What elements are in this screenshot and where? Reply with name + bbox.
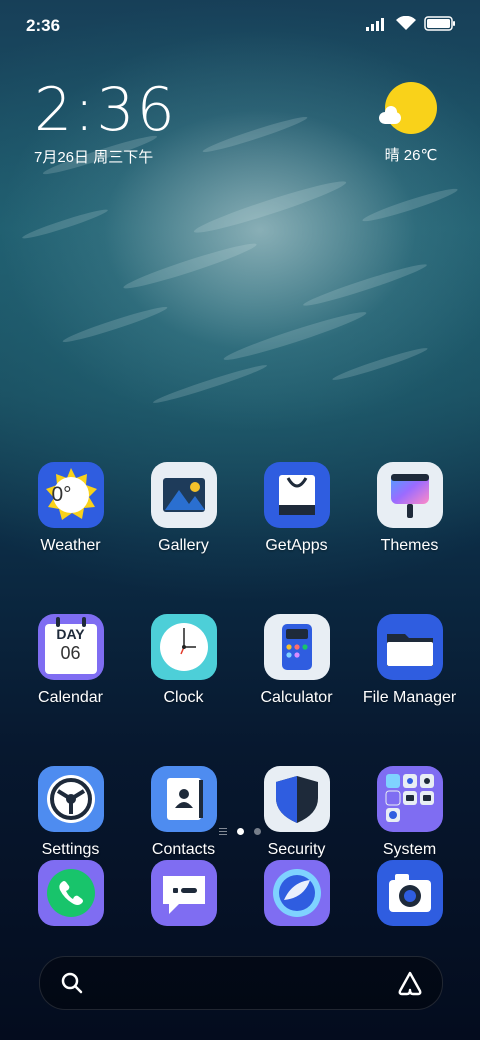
calendar-day-number: 06 (60, 643, 81, 663)
weather-icon-temp: 0° (51, 483, 72, 506)
signal-icon (366, 17, 388, 36)
app-label: Settings (41, 841, 100, 858)
app-weather[interactable]: 0° Weather (14, 462, 127, 555)
app-grid: 0° Weather Gallery GetApps Themes DAY 06… (0, 462, 480, 918)
app-label: System (382, 841, 437, 858)
app-label: GetApps (265, 537, 328, 554)
page-dot[interactable] (254, 828, 261, 835)
security-icon (263, 766, 330, 832)
app-label: Calendar (38, 689, 103, 706)
app-security[interactable]: Security (240, 766, 353, 859)
dock-messages[interactable] (127, 860, 240, 926)
wifi-icon (396, 15, 416, 36)
app-label: Themes (380, 537, 439, 554)
app-calendar[interactable]: DAY 06 Calendar (14, 614, 127, 707)
widget-time: 2:36 (34, 75, 177, 145)
clock-widget[interactable]: 2:36 7月26日 周三下午 (34, 78, 177, 167)
gallery-icon (150, 462, 217, 528)
browser-icon (263, 860, 330, 926)
page-indicator[interactable] (0, 828, 480, 835)
app-label: Weather (40, 537, 101, 554)
app-calculator[interactable]: Calculator (240, 614, 353, 707)
page-dot-active[interactable] (237, 828, 244, 835)
phone-icon (37, 860, 104, 926)
dock-camera[interactable] (353, 860, 466, 926)
settings-icon (37, 766, 104, 832)
weather-icon: 0° (37, 462, 104, 528)
page-menu-icon[interactable] (219, 828, 227, 835)
app-row-2: DAY 06 Calendar Clock Calculator File Ma… (0, 614, 480, 707)
app-gallery[interactable]: Gallery (127, 462, 240, 555)
calendar-icon: DAY 06 (37, 614, 104, 680)
app-row-1: 0° Weather Gallery GetApps Themes (0, 462, 480, 555)
messages-icon (150, 860, 217, 926)
app-label: Contacts (151, 841, 216, 858)
app-label: Calculator (260, 689, 333, 706)
contacts-icon (150, 766, 217, 832)
getapps-icon (263, 462, 330, 528)
status-time: 2:36 (26, 16, 61, 35)
app-themes[interactable]: Themes (353, 462, 466, 555)
weather-summary: 晴 26℃ (384, 147, 438, 164)
calculator-icon (263, 614, 330, 680)
app-clock[interactable]: Clock (127, 614, 240, 707)
clock-icon (150, 614, 217, 680)
search-bar[interactable] (39, 956, 443, 1010)
dock-phone[interactable] (14, 860, 127, 926)
folder-icon (376, 614, 443, 680)
camera-icon (376, 860, 443, 926)
app-label: Clock (163, 689, 204, 706)
assistant-icon[interactable] (396, 970, 424, 1001)
app-settings[interactable]: Settings (14, 766, 127, 859)
app-getapps[interactable]: GetApps (240, 462, 353, 555)
app-label: Gallery (158, 537, 209, 554)
app-system-folder[interactable]: System (353, 766, 466, 859)
calendar-day-label: DAY (56, 626, 85, 642)
themes-icon (376, 462, 443, 528)
battery-icon (424, 16, 456, 36)
app-label: File Manager (362, 689, 457, 706)
app-contacts[interactable]: Contacts (127, 766, 240, 859)
system-folder-icon (376, 766, 443, 832)
app-row-3: Settings Contacts Security System (0, 766, 480, 859)
dock (0, 860, 480, 926)
status-icons (366, 15, 456, 36)
weather-widget[interactable]: 晴 26℃ (376, 82, 446, 165)
dock-browser[interactable] (240, 860, 353, 926)
search-icon[interactable] (60, 971, 84, 1000)
app-file-manager[interactable]: File Manager (353, 614, 466, 707)
status-bar: 2:36 (0, 0, 480, 50)
widget-date: 7月26日 周三下午 (34, 149, 154, 166)
sun-cloud-icon (379, 82, 437, 134)
app-label: Security (267, 841, 326, 858)
